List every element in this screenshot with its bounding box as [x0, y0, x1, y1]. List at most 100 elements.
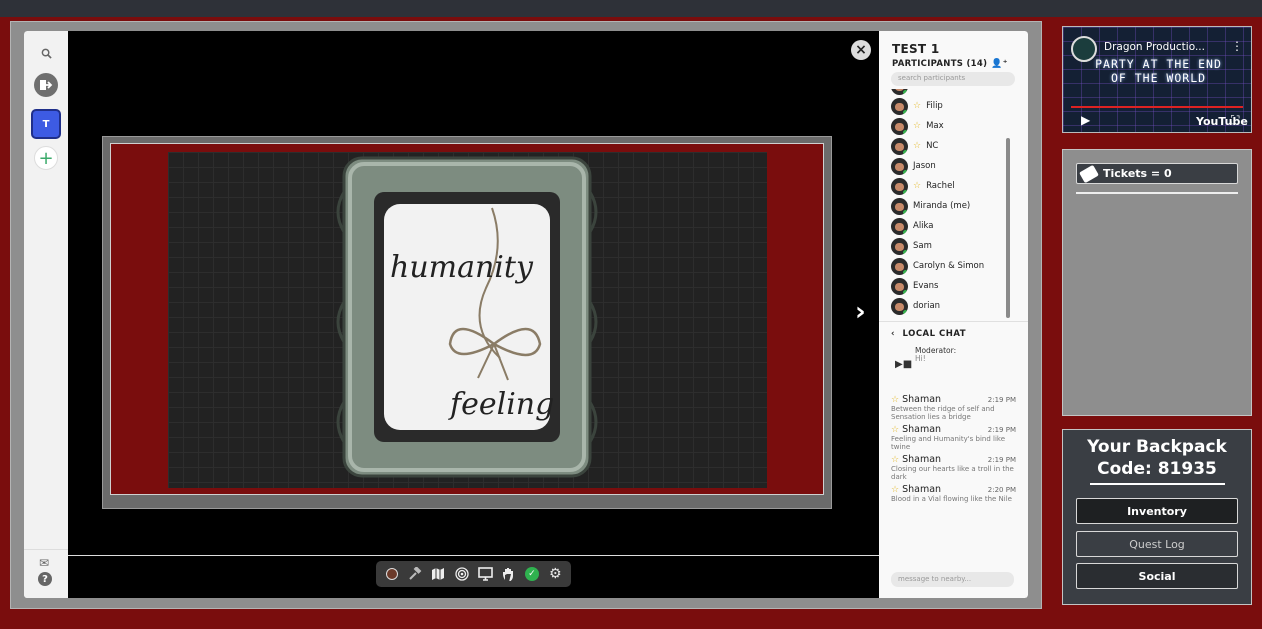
- left-sidebar: T +: [24, 31, 68, 598]
- slide-artwork: humanity feeling: [168, 152, 767, 488]
- participant-list-inner: ☆ Shaman ☆ Filip ☆ Max ☆ NC Jason ☆ Rachel Miranda …: [891, 89, 1013, 316]
- chat-time: 2:19 PM: [987, 396, 1016, 404]
- check-icon[interactable]: ✓: [522, 564, 542, 584]
- star-icon: ☆: [913, 101, 922, 111]
- chat-message: ☆ Shaman 2:20 PM Blood in a Vial flowing l…: [891, 484, 1016, 503]
- chat-user[interactable]: Shaman: [902, 454, 941, 465]
- avatar-icon[interactable]: [382, 564, 402, 584]
- stage-divider: [68, 555, 879, 556]
- chat-text: Blood in a Vial flowing like the Nile: [891, 495, 1012, 503]
- participant-avatar: [891, 297, 908, 315]
- backpack-panel: Your Backpack Code: 81935 Inventory Ques…: [1062, 429, 1252, 605]
- participant-item[interactable]: ☆ Filip: [891, 96, 1013, 116]
- close-slide-button[interactable]: ×: [851, 40, 871, 60]
- participant-name: Miranda (me): [913, 201, 971, 211]
- settings-gear-icon[interactable]: ⚙: [545, 564, 565, 584]
- participant-item[interactable]: Sam: [891, 236, 1013, 256]
- top-bar: [0, 0, 1262, 17]
- video-progress-bar[interactable]: [1071, 106, 1243, 108]
- chat-user[interactable]: Shaman: [902, 424, 941, 435]
- participant-item[interactable]: Miranda (me): [891, 196, 1013, 216]
- participant-name: Alika: [913, 221, 934, 231]
- participant-name: NC: [926, 141, 939, 151]
- participant-avatar: [891, 97, 908, 115]
- add-room-button[interactable]: +: [34, 146, 58, 170]
- map-icon[interactable]: [428, 564, 448, 584]
- left-sidebar-bottom: ✉ ?: [24, 549, 68, 598]
- screen-share-icon[interactable]: [475, 564, 495, 584]
- star-icon: ☆: [913, 89, 921, 91]
- participants-count: PARTICIPANTS (14): [892, 59, 988, 69]
- raise-hand-icon[interactable]: [499, 564, 519, 584]
- hammer-icon[interactable]: [405, 564, 425, 584]
- star-icon: ☆: [913, 141, 922, 151]
- chat-time: 2:20 PM: [987, 486, 1016, 494]
- participant-avatar: [891, 257, 908, 275]
- participant-avatar: [891, 197, 908, 215]
- chat-message-input[interactable]: message to nearby...: [891, 572, 1014, 587]
- fullscreen-icon[interactable]: ⛶: [1231, 113, 1239, 128]
- play-icon[interactable]: ▶: [1081, 113, 1090, 127]
- more-options-icon[interactable]: ⋮: [1231, 39, 1243, 53]
- participant-name: Rachel: [926, 181, 955, 191]
- social-button[interactable]: Social: [1076, 563, 1238, 589]
- local-chat-header[interactable]: ‹ LOCAL CHAT: [891, 329, 966, 339]
- mail-icon[interactable]: ✉: [39, 556, 49, 570]
- tickets-panel: Tickets = 0: [1062, 149, 1252, 416]
- room-button-test1[interactable]: T: [31, 109, 61, 139]
- participant-avatar: [891, 237, 908, 255]
- participant-item[interactable]: Carolyn & Simon: [891, 256, 1013, 276]
- participant-search-input[interactable]: search participants: [891, 72, 1015, 86]
- participant-name: Jason: [913, 161, 936, 171]
- youtube-video-widget[interactable]: Dragon Productio... ⋮ PARTY AT THE END O…: [1062, 26, 1252, 133]
- participant-item[interactable]: ☆ Rachel: [891, 176, 1013, 196]
- participant-item[interactable]: dorian: [891, 296, 1013, 316]
- participant-item[interactable]: ☆ NC: [891, 136, 1013, 156]
- participants-panel: TEST 1 PARTICIPANTS (14) 👤⁺ search parti…: [879, 31, 1028, 598]
- participant-item[interactable]: Jason: [891, 156, 1013, 176]
- star-icon: ☆: [891, 425, 900, 435]
- participant-name: Sam: [913, 241, 932, 251]
- video-channel-name[interactable]: Dragon Productio...: [1104, 41, 1205, 53]
- tickets-label: Tickets = 0: [1103, 167, 1172, 180]
- participant-avatar: [891, 89, 908, 95]
- slide-word-humanity: humanity: [390, 250, 534, 285]
- quest-log-button[interactable]: Quest Log: [1076, 531, 1238, 557]
- participant-avatar: [891, 277, 908, 295]
- chevron-left-icon[interactable]: ‹: [891, 329, 895, 339]
- participant-item[interactable]: Evans: [891, 276, 1013, 296]
- participant-name: dorian: [913, 301, 941, 311]
- chat-message: ☆ Shaman 2:19 PM Between the ridge of self…: [891, 394, 1016, 421]
- chat-messages: ☆ Shaman 2:19 PM Between the ridge of self…: [891, 394, 1016, 506]
- participant-scrollbar[interactable]: [1006, 138, 1010, 318]
- megaphone-icon: ▶■: [895, 359, 913, 370]
- room-initial: T: [42, 118, 50, 130]
- chat-user[interactable]: Shaman: [902, 394, 941, 405]
- youtube-logo[interactable]: YouTube: [1196, 115, 1248, 128]
- target-icon[interactable]: [452, 564, 472, 584]
- participant-item[interactable]: ☆ Shaman: [891, 89, 1013, 96]
- next-slide-icon[interactable]: ›: [855, 297, 866, 327]
- chat-time: 2:19 PM: [987, 426, 1016, 434]
- star-icon: ☆: [891, 395, 900, 405]
- stage-area: humanity feeling: [68, 31, 879, 598]
- star-icon: ☆: [891, 455, 900, 465]
- chat-user[interactable]: Shaman: [902, 484, 941, 495]
- help-icon[interactable]: ?: [38, 572, 52, 586]
- leave-room-icon[interactable]: [34, 73, 58, 97]
- participant-item[interactable]: ☆ Max: [891, 116, 1013, 136]
- room-title: TEST 1: [892, 42, 940, 56]
- add-person-icon[interactable]: 👤⁺: [991, 59, 1008, 69]
- participant-item[interactable]: Alika: [891, 216, 1013, 236]
- tickets-counter: Tickets = 0: [1076, 163, 1238, 184]
- bottom-toolbar: ✓ ⚙: [376, 561, 571, 587]
- star-icon: ☆: [913, 181, 922, 191]
- participant-name: Evans: [913, 281, 939, 291]
- inventory-button[interactable]: Inventory: [1076, 498, 1238, 524]
- chat-time: 2:19 PM: [987, 456, 1016, 464]
- chat-text: Between the ridge of self and Sensation …: [891, 405, 995, 421]
- slide-word-feeling: feeling: [448, 387, 554, 422]
- star-icon: ☆: [913, 121, 922, 131]
- video-title: PARTY AT THE END OF THE WORLD: [1095, 57, 1222, 85]
- search-icon[interactable]: [34, 41, 58, 65]
